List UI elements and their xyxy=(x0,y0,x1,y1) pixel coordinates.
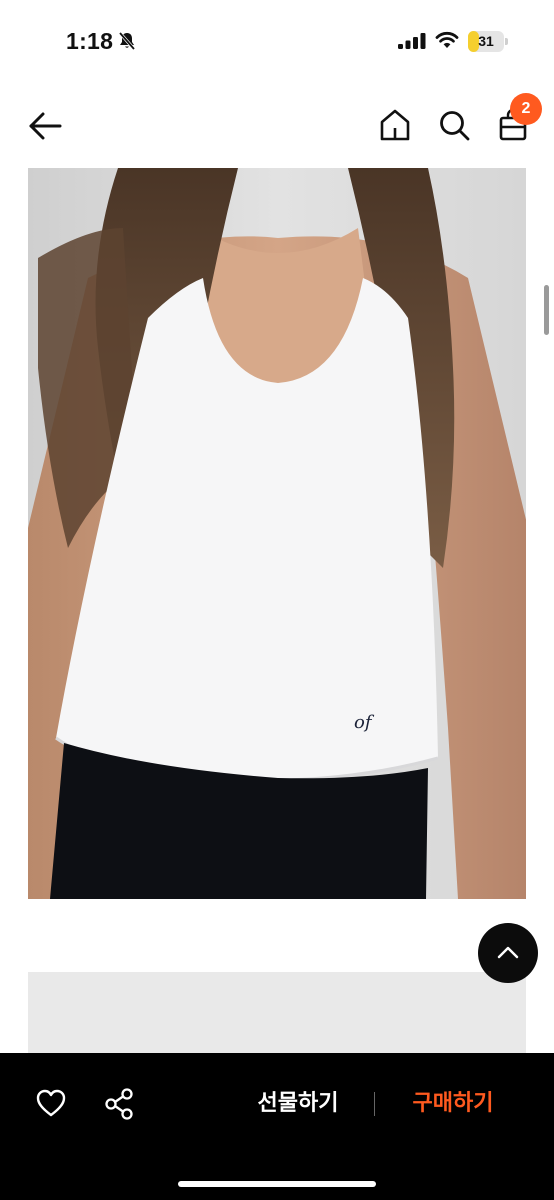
status-bar: 1:18 31 xyxy=(0,0,554,84)
share-icon[interactable] xyxy=(103,1087,135,1121)
home-indicator xyxy=(178,1181,376,1187)
battery-icon: 31 xyxy=(468,31,508,52)
scroll-to-top-button[interactable] xyxy=(478,923,538,983)
cart-count-badge[interactable]: 2 xyxy=(510,93,542,125)
heart-icon[interactable] xyxy=(35,1088,67,1118)
home-icon[interactable] xyxy=(378,108,412,142)
buy-button[interactable]: 구매하기 xyxy=(403,1086,503,1122)
cellular-signal-icon xyxy=(398,33,426,49)
top-navigation xyxy=(0,90,554,164)
product-image[interactable]: of xyxy=(28,168,526,899)
search-icon[interactable] xyxy=(437,108,471,142)
bell-slash-icon xyxy=(118,31,136,51)
divider xyxy=(374,1092,375,1116)
wifi-icon xyxy=(435,31,459,48)
scrollbar[interactable] xyxy=(544,285,549,335)
bottom-action-bar: 선물하기 구매하기 xyxy=(0,1053,554,1200)
back-arrow-icon[interactable] xyxy=(26,110,64,142)
gift-button[interactable]: 선물하기 xyxy=(248,1086,348,1122)
battery-level: 31 xyxy=(478,33,494,49)
status-time: 1:18 xyxy=(66,28,114,54)
chevron-up-icon xyxy=(497,946,519,959)
